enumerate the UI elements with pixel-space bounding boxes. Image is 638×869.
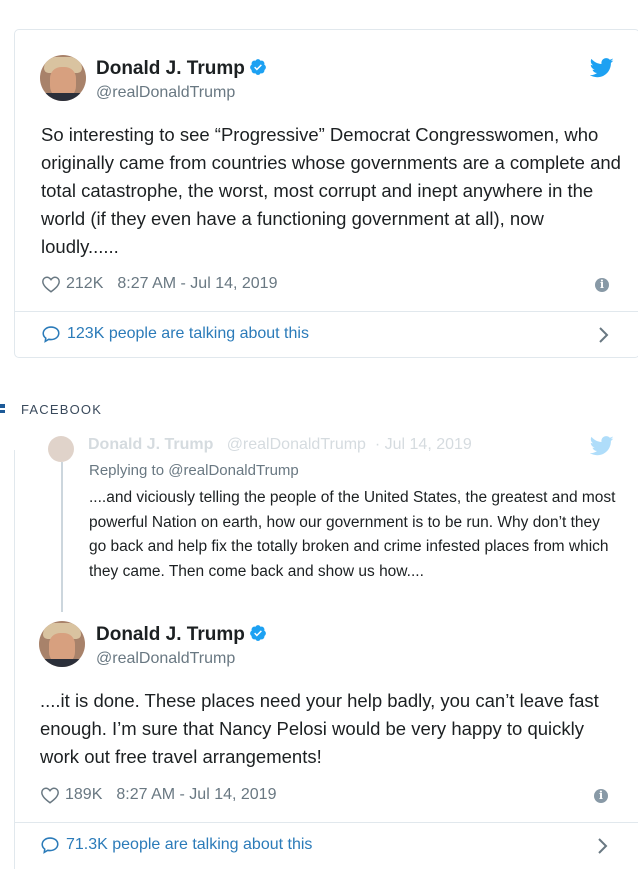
faded-date: Jul 14, 2019 — [384, 436, 472, 453]
author-handle[interactable]: @realDonaldTrump — [96, 84, 235, 102]
timestamp[interactable]: 8:27 AM - Jul 14, 2019 — [117, 275, 277, 293]
author-name[interactable]: Donald J. Trump — [96, 58, 267, 80]
twitter-bird-icon[interactable] — [590, 58, 614, 78]
timestamp[interactable]: 8:27 AM - Jul 14, 2019 — [116, 786, 276, 804]
tweet-text: ....it is done. These places need your h… — [40, 690, 599, 767]
talking-text[interactable]: 71.3K people are talking about this — [66, 836, 312, 854]
like-count[interactable]: 212K — [66, 275, 103, 293]
info-icon[interactable]: i — [594, 789, 608, 803]
verified-icon — [249, 59, 266, 75]
thread-line — [61, 462, 63, 612]
speech-bubble-icon — [41, 837, 59, 854]
tweet-card-1[interactable]: Donald J. Trump @realDonaldTrump So inte… — [14, 29, 638, 358]
divider — [15, 311, 638, 312]
verified-icon — [249, 625, 266, 641]
parent-tweet-text: ....and viciously telling the people of … — [89, 489, 616, 580]
facebook-marker-top — [0, 404, 5, 408]
twitter-bird-icon-faded — [590, 436, 614, 456]
talking-text[interactable]: 123K people are talking about this — [67, 325, 309, 343]
facebook-label: FACEBOOK — [21, 402, 103, 417]
heart-icon[interactable] — [41, 275, 61, 293]
tweet-meta: 189K 8:27 AM - Jul 14, 2019 — [40, 786, 276, 804]
heart-icon[interactable] — [40, 786, 60, 804]
like-count[interactable]: 189K — [65, 786, 102, 804]
mini-avatar — [48, 436, 74, 462]
talking-link[interactable]: 71.3K people are talking about this — [40, 836, 312, 854]
author-name-text[interactable]: Donald J. Trump — [96, 624, 245, 645]
author-name-text[interactable]: Donald J. Trump — [96, 58, 245, 79]
speech-bubble-icon — [42, 326, 60, 343]
tweet-meta: 212K 8:27 AM - Jul 14, 2019 — [41, 275, 277, 293]
divider — [15, 822, 638, 823]
replying-to[interactable]: Replying to @realDonaldTrump — [89, 462, 299, 479]
info-icon[interactable]: i — [595, 278, 609, 292]
chevron-right-icon[interactable] — [596, 837, 610, 855]
avatar[interactable] — [40, 55, 86, 101]
avatar[interactable] — [39, 621, 85, 667]
faded-handle: @realDonaldTrump — [226, 436, 366, 453]
facebook-marker-bottom — [0, 410, 5, 413]
faded-parent-header: Donald J. Trump @realDonaldTrump · Jul 1… — [48, 436, 628, 462]
talking-link[interactable]: 123K people are talking about this — [41, 325, 309, 343]
author-name[interactable]: Donald J. Trump — [96, 624, 267, 646]
tweet-text: So interesting to see “Progressive” Demo… — [41, 124, 621, 257]
faded-header-text: Donald J. Trump @realDonaldTrump · Jul 1… — [88, 436, 472, 453]
author-handle[interactable]: @realDonaldTrump — [96, 650, 235, 668]
faded-name: Donald J. Trump — [88, 436, 214, 453]
chevron-right-icon[interactable] — [597, 326, 611, 344]
